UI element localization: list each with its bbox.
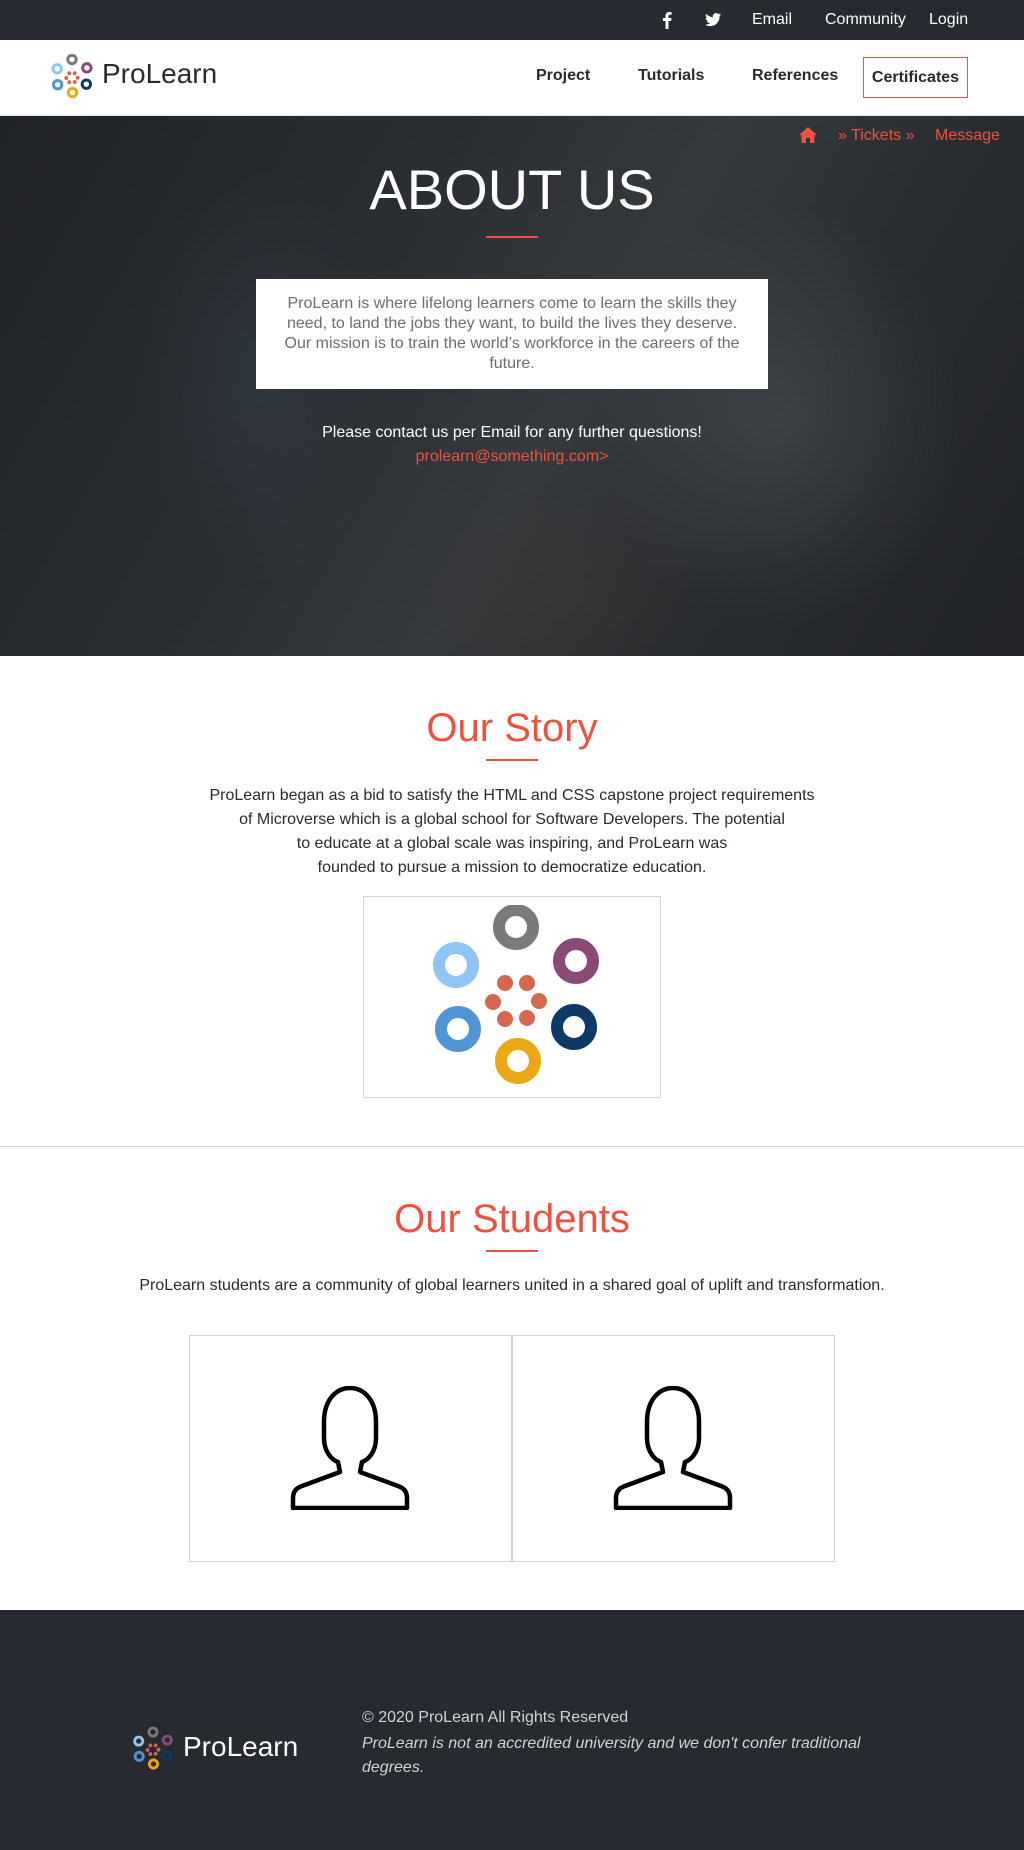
story-line: founded to pursue a mission to democrati… <box>317 859 707 876</box>
students-title: Our Students <box>394 1197 630 1241</box>
page-footer: ProLearn © 2020 ProLearn All Rights Rese… <box>0 1610 1024 1850</box>
email-link[interactable]: Email <box>752 10 792 30</box>
footer-copyright: © 2020 ProLearn All Rights Reserved <box>362 1709 629 1726</box>
nav-tutorials[interactable]: Tutorials <box>638 66 704 86</box>
home-icon[interactable] <box>798 126 818 144</box>
footer-brand-name[interactable]: ProLearn <box>183 1730 298 1764</box>
facebook-icon[interactable] <box>657 10 677 30</box>
title-underline <box>486 236 538 238</box>
twitter-icon[interactable] <box>703 10 723 30</box>
story-title-underline <box>486 759 538 761</box>
story-line: ProLearn began as a bid to satisfy the H… <box>209 787 815 804</box>
story-text: ProLearn began as a bid to satisfy the H… <box>200 784 824 880</box>
story-logo-frame <box>363 896 661 1098</box>
prolearn-logo-footer-icon[interactable] <box>132 1726 174 1772</box>
student-card[interactable] <box>512 1335 835 1562</box>
breadcrumb-message[interactable]: Message <box>935 126 1000 146</box>
students-text: ProLearn students are a community of glo… <box>139 1277 885 1294</box>
contact-text: Please contact us per Email for any furt… <box>322 424 702 441</box>
story-title: Our Story <box>426 706 598 750</box>
login-link[interactable]: Login <box>929 10 968 30</box>
story-line: of Microverse which is a global school f… <box>239 811 785 828</box>
user-icon <box>290 1386 410 1510</box>
student-card[interactable] <box>189 1335 512 1562</box>
page-title: ABOUT US <box>369 158 655 221</box>
brand-name[interactable]: ProLearn <box>102 57 217 91</box>
nav-project[interactable]: Project <box>536 66 590 86</box>
section-divider <box>0 1146 1024 1147</box>
user-icon <box>613 1386 733 1510</box>
contact-email-link[interactable]: prolearn@something.com> <box>0 447 1024 467</box>
nav-references[interactable]: References <box>752 66 838 86</box>
breadcrumb-tickets[interactable]: » Tickets » <box>838 126 914 146</box>
top-bar: Email Community Login <box>0 0 1024 40</box>
prolearn-logo-large-icon <box>433 905 599 1084</box>
community-link[interactable]: Community <box>825 10 906 30</box>
main-header: ProLearn Project Tutorials References Ce… <box>0 40 1024 116</box>
nav-certificates-button[interactable]: Certificates <box>863 57 968 98</box>
students-title-underline <box>486 1250 538 1252</box>
footer-disclaimer: ProLearn is not an accredited university… <box>362 1735 861 1776</box>
story-line: to educate at a global scale was inspiri… <box>296 835 728 852</box>
prolearn-logo-icon[interactable] <box>50 54 94 100</box>
hero-section: » Tickets » Message ABOUT US ProLearn is… <box>0 116 1024 656</box>
about-description: ProLearn is where lifelong learners come… <box>256 279 768 389</box>
